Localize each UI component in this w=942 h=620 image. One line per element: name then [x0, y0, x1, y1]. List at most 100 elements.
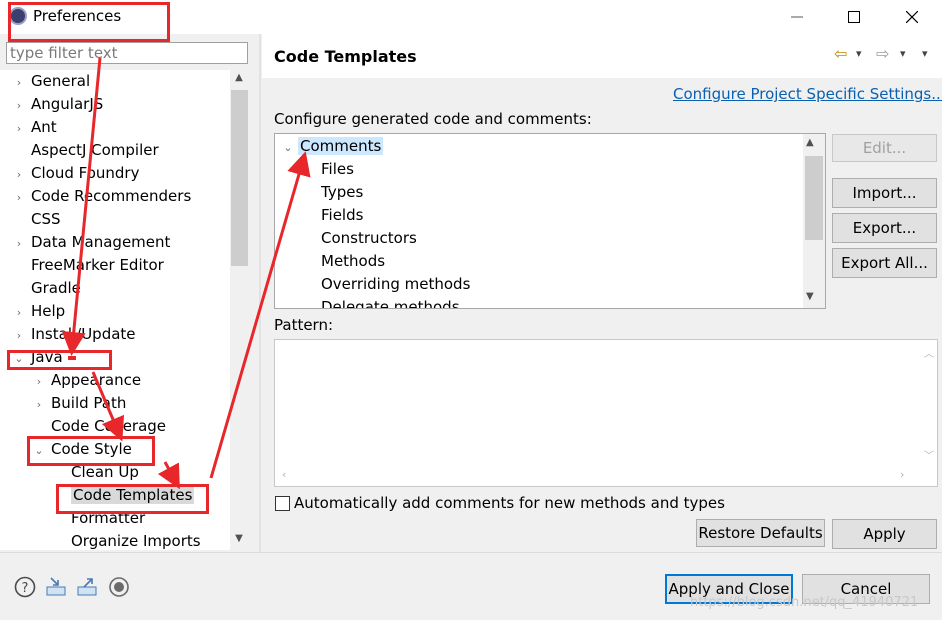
auto-comment-checkbox[interactable]	[275, 496, 290, 511]
panel-divider[interactable]	[259, 34, 261, 552]
minimize-button[interactable]	[774, 0, 820, 34]
scroll-down-icon[interactable]: ▼	[230, 533, 248, 549]
record-icon[interactable]	[108, 576, 130, 598]
export-icon[interactable]	[76, 576, 98, 598]
template-item[interactable]: Overriding methods	[321, 273, 470, 296]
apply-button[interactable]: Apply	[832, 519, 937, 549]
configure-label: Configure generated code and comments:	[274, 110, 592, 128]
chevron-right-icon[interactable]: ›	[12, 94, 26, 117]
tree-scrollbar-thumb[interactable]	[231, 90, 248, 266]
template-item-label: Comments	[298, 137, 384, 155]
tree-item[interactable]: › Appearance	[32, 369, 141, 392]
template-item-label: Methods	[321, 252, 386, 270]
chevron-right-icon[interactable]: ›	[12, 324, 26, 347]
pattern-scroll-left-icon[interactable]: ‹	[282, 468, 286, 481]
templates-scroll-up-icon[interactable]: ▲	[806, 137, 814, 148]
template-item[interactable]: Methods	[321, 250, 385, 273]
tree-item-label: AspectJ Compiler	[31, 141, 159, 159]
tree-item-label: Cloud Foundry	[31, 164, 140, 182]
chevron-down-icon[interactable]: ⌄	[281, 136, 295, 159]
template-item-label: Types	[321, 183, 364, 201]
template-item[interactable]: Files	[321, 158, 354, 181]
template-item-label: Delegate methods	[321, 298, 460, 309]
tree-item[interactable]: Gradle	[12, 277, 81, 300]
export-all-button[interactable]: Export All...	[832, 248, 937, 278]
template-item[interactable]: Delegate methods	[321, 296, 460, 309]
tree-item-label: Help	[31, 302, 66, 320]
tree-item[interactable]: › Code Recommenders	[12, 185, 191, 208]
tree-item-label: Ant	[31, 118, 57, 136]
tree-item[interactable]: › Install/Update	[12, 323, 136, 346]
filter-input[interactable]	[6, 42, 248, 64]
close-button[interactable]	[889, 0, 935, 34]
tree-item-label: AngularJS	[31, 95, 104, 113]
pattern-scroll-right-icon[interactable]: ›	[900, 468, 904, 481]
tree-item-label: Code Recommenders	[31, 187, 192, 205]
configure-project-settings-link[interactable]: Configure Project Specific Settings...	[673, 85, 942, 103]
import-icon[interactable]	[45, 576, 67, 598]
annotation-box-java	[7, 350, 112, 370]
export-button[interactable]: Export...	[832, 213, 937, 243]
auto-comment-label: Automatically add comments for new metho…	[294, 494, 725, 512]
template-item-label: Overriding methods	[321, 275, 471, 293]
back-arrow-icon[interactable]: ⇦	[834, 44, 847, 63]
chevron-right-icon[interactable]: ›	[12, 186, 26, 209]
tree-item[interactable]: CSS	[12, 208, 61, 231]
minimize-icon	[791, 16, 803, 18]
template-item[interactable]: ⌄ Comments	[281, 135, 384, 159]
close-icon	[906, 11, 918, 23]
pattern-label: Pattern:	[274, 316, 334, 334]
import-button[interactable]: Import...	[832, 178, 937, 208]
tree-item[interactable]: › Data Management	[12, 231, 171, 255]
tree-item-label: Data Management	[31, 233, 171, 251]
pattern-textarea[interactable]	[274, 339, 938, 487]
tree-item[interactable]: › Cloud Foundry	[12, 162, 140, 186]
template-item[interactable]: Constructors	[321, 227, 417, 250]
chevron-right-icon[interactable]: ›	[12, 117, 26, 140]
template-item[interactable]: Types	[321, 181, 363, 204]
tree-item-label: Organize Imports	[71, 532, 201, 550]
tree-item-label: CSS	[31, 210, 61, 228]
tree-item-label: Gradle	[31, 279, 81, 297]
chevron-right-icon[interactable]: ›	[12, 71, 26, 94]
tree-item[interactable]: › Help	[12, 300, 65, 323]
chevron-right-icon[interactable]: ›	[12, 301, 26, 324]
tree-item[interactable]: › Ant	[12, 116, 57, 139]
chevron-right-icon[interactable]: ›	[32, 393, 46, 416]
edit-button[interactable]: Edit...	[832, 134, 937, 162]
tree-item-label: FreeMarker Editor	[31, 256, 164, 274]
chevron-right-icon[interactable]: ›	[12, 232, 26, 255]
forward-arrow-icon[interactable]: ⇨	[876, 44, 889, 63]
back-menu-icon[interactable]: ▾	[856, 47, 862, 60]
chevron-right-icon[interactable]: ›	[12, 163, 26, 186]
tree-item-label: Install/Update	[31, 325, 136, 343]
pattern-scroll-up-icon[interactable]: ︿	[924, 345, 934, 360]
tree-item[interactable]: Organize Imports	[52, 530, 201, 550]
chevron-right-icon[interactable]: ›	[32, 370, 46, 393]
template-item-label: Files	[321, 160, 354, 178]
tree-item[interactable]: › AngularJS	[12, 93, 103, 116]
scroll-up-icon[interactable]: ▲	[230, 72, 248, 88]
tree-item[interactable]: Code Coverage	[32, 415, 166, 438]
template-item-label: Fields	[321, 206, 364, 224]
annotation-mark	[68, 356, 76, 360]
forward-menu-icon[interactable]: ▾	[900, 47, 906, 60]
watermark-text: https://blog.csdn.net/qq_41940721	[690, 595, 919, 610]
tree-item[interactable]: FreeMarker Editor	[12, 254, 164, 277]
tree-item[interactable]: AspectJ Compiler	[12, 139, 159, 162]
annotation-box-title	[8, 2, 170, 42]
view-menu-icon[interactable]: ▾	[922, 47, 928, 60]
tree-item-label: General	[31, 72, 91, 90]
page-title: Code Templates	[274, 47, 417, 66]
tree-item[interactable]: › Build Path	[32, 392, 127, 416]
maximize-button[interactable]	[831, 0, 877, 34]
preferences-tree: › General › AngularJS › Ant AspectJ Compiler › C…	[0, 70, 230, 550]
tree-item-label: Code Coverage	[51, 417, 167, 435]
templates-scrollbar-thumb[interactable]	[805, 156, 823, 240]
help-icon[interactable]: ?	[14, 576, 36, 598]
tree-item[interactable]: › General	[12, 70, 90, 93]
templates-scroll-down-icon[interactable]: ▼	[806, 291, 814, 302]
pattern-scroll-down-icon[interactable]: ﹀	[924, 447, 934, 462]
restore-defaults-button[interactable]: Restore Defaults	[696, 519, 825, 547]
template-item[interactable]: Fields	[321, 204, 363, 227]
